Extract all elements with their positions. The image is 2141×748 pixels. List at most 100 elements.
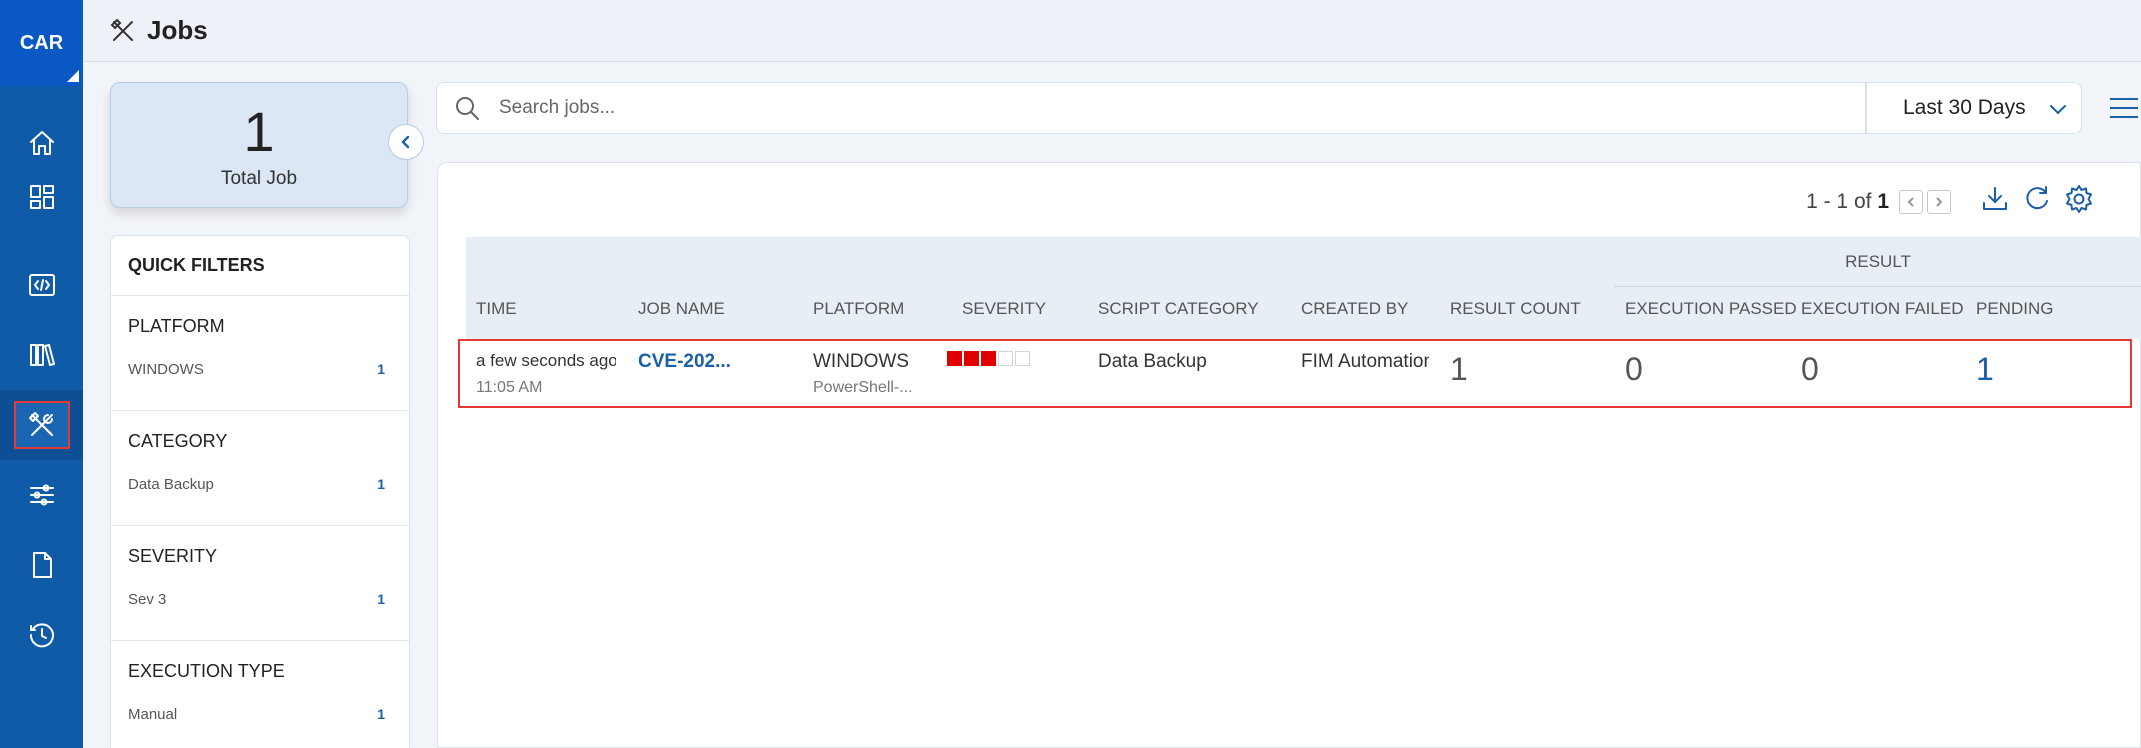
filter-option[interactable]: WINDOWS 1 [128,361,385,378]
nav-scripts[interactable] [0,250,83,320]
filter-option-label: Data Backup [128,476,214,493]
nav-history[interactable] [0,600,83,670]
column-header-created-by[interactable]: CREATED BY [1301,299,1408,319]
menu-icon[interactable] [2110,98,2138,120]
chevron-right-icon [1936,196,1943,207]
cell-platform: WINDOWS [813,351,910,372]
filter-option-count: 1 [377,476,385,492]
prev-page-button[interactable] [1899,189,1923,214]
filter-group-title: EXECUTION TYPE [128,661,285,681]
severity-segment [981,351,996,366]
severity-segment [947,351,962,366]
cell-created-by: FIM Automation [1301,351,1429,372]
jobs-tools-icon [110,18,133,41]
column-header-time[interactable]: TIME [476,299,517,319]
filter-option-label: WINDOWS [128,361,204,378]
filter-group-category: CATEGORY Data Backup 1 [111,411,409,526]
total-job-count: 1 [243,100,275,163]
nav-library[interactable] [0,320,83,390]
filter-group-platform: PLATFORM WINDOWS 1 [111,296,409,411]
cell-time-sub: 11:05 AM [476,379,543,396]
cell-pending[interactable]: 1 [1976,351,1994,388]
severity-segment [998,351,1013,366]
brand-logo[interactable]: CAR [0,0,83,86]
sliders-icon [29,484,54,506]
table-header: RESULT TIME JOB NAME PLATFORM SEVERITY S… [466,237,2141,339]
column-header-execution-passed[interactable]: EXECUTION PASSED [1625,299,1797,319]
filter-group-execution-type: EXECUTION TYPE Manual 1 [111,641,409,748]
cell-script-category: Data Backup [1098,351,1207,372]
refresh-icon [2026,186,2048,210]
severity-indicator [947,351,1030,366]
chevron-left-icon [401,135,410,149]
filter-option-count: 1 [377,361,385,377]
filter-group-severity: SEVERITY Sev 3 1 [111,526,409,641]
column-header-pending[interactable]: PENDING [1976,299,2053,319]
quick-filters-panel: QUICK FILTERS PLATFORM WINDOWS 1 CATEGOR… [110,235,410,748]
total-job-card: 1 Total Job [110,82,408,208]
column-header-job-name[interactable]: JOB NAME [638,299,725,319]
dashboard-icon [29,185,54,209]
gear-icon [2066,185,2092,213]
filter-group-title: SEVERITY [128,546,218,566]
column-header-execution-failed[interactable]: EXECUTION FAILED [1801,299,1963,319]
search-icon [456,97,479,120]
nav-jobs[interactable] [0,390,83,460]
severity-segment [964,351,979,366]
code-icon [28,274,55,296]
pagination-range: 1 - 1 of 1 [1806,189,1889,213]
filter-option[interactable]: Data Backup 1 [128,476,385,493]
filter-group-title: PLATFORM [128,316,225,336]
cell-execution-failed: 0 [1801,351,1819,387]
result-group-header: RESULT [1614,237,2141,287]
filter-group-title: CATEGORY [128,431,228,451]
filter-option-label: Sev 3 [128,591,167,608]
next-page-button[interactable] [1927,189,1951,214]
search-input[interactable] [499,97,1399,119]
column-header-result-count[interactable]: RESULT COUNT [1450,299,1581,319]
nav-reports[interactable] [0,530,83,600]
history-icon [29,623,54,648]
total-job-label: Total Job [220,168,298,189]
filter-option-label: Manual [128,706,178,723]
cell-execution-passed: 0 [1625,351,1643,387]
date-range-value: Last 30 Days [1903,96,2026,119]
cell-time: a few seconds ago [476,351,616,370]
home-icon [29,131,54,155]
sidebar: CAR [0,0,83,748]
chevron-left-icon [1907,196,1914,207]
filter-option-count: 1 [377,591,385,607]
collapse-panel-button[interactable] [388,124,424,160]
chevron-down-icon [2050,105,2066,115]
filter-option[interactable]: Sev 3 1 [128,591,385,608]
quick-filters-title: QUICK FILTERS [111,236,409,296]
tools-icon [28,412,53,436]
severity-segment [1015,351,1030,366]
date-range-select[interactable]: Last 30 Days [1866,82,2082,134]
nav-dashboard[interactable] [0,162,83,232]
column-header-script-category[interactable]: SCRIPT CATEGORY [1098,299,1259,319]
page-title: Jobs [147,15,208,45]
table-row[interactable]: a few seconds ago 11:05 AM CVE-202... WI… [458,339,2132,408]
job-name-link[interactable]: CVE-202... [638,351,731,373]
jobs-table-card: 1 - 1 of 1 RESULT TIME JOB NAME PLATFORM… [437,162,2141,748]
download-icon [1983,187,2007,210]
nav-jobs-frame [13,401,70,449]
search-bar [436,82,1866,134]
filter-option[interactable]: Manual 1 [128,706,385,723]
cell-result-count: 1 [1450,351,1468,387]
nav-settings[interactable] [0,460,83,530]
filter-option-count: 1 [377,706,385,722]
cell-platform-sub: PowerShell-... [813,379,913,396]
brand-corner-icon [67,70,79,82]
pagination: 1 - 1 of 1 [1806,183,2095,220]
document-icon [32,552,52,578]
library-icon [29,344,55,366]
brand-label: CAR [19,31,64,54]
column-header-severity[interactable]: SEVERITY [962,299,1046,319]
download-button[interactable] [1979,183,2011,220]
page-header: Jobs [83,0,2141,62]
table-settings-button[interactable] [2063,183,2095,220]
refresh-button[interactable] [2021,183,2053,220]
column-header-platform[interactable]: PLATFORM [813,299,904,319]
